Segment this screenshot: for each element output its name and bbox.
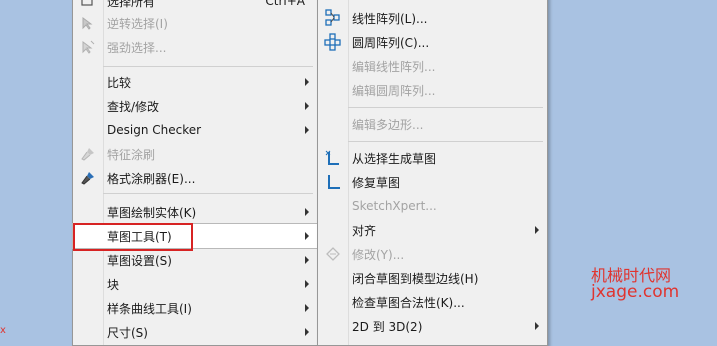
select-all-icon <box>79 0 97 10</box>
format-painter-icon <box>79 169 97 187</box>
menu-item-label: 逆转选择(I) <box>107 16 168 31</box>
menu-item-find-modify[interactable]: 查找/修改 <box>73 94 317 118</box>
menu-item-label: 查找/修改 <box>107 99 160 114</box>
menu-item-blocks[interactable]: 块 <box>73 272 317 296</box>
menu-item-compare[interactable]: 比较 <box>73 70 317 94</box>
menu-item-linear-pattern[interactable]: 线性阵列(L)... <box>318 6 547 30</box>
menu-item-sketch-from-selection[interactable]: 从选择生成草图 <box>318 146 547 170</box>
power-select-icon <box>79 38 97 56</box>
menu-item-feature-paint[interactable]: 特征涂刷 <box>73 142 317 166</box>
menu-item-check-sketch[interactable]: 检查草图合法性(K)... <box>318 290 547 314</box>
submenu-arrow-icon <box>305 232 309 240</box>
menu-item-label: 尺寸(S) <box>107 325 148 340</box>
menu-item-label: 2D 到 3D(2) <box>352 319 423 334</box>
menu-item-label: 块 <box>107 277 120 292</box>
menu-item-label: 对齐 <box>352 223 377 238</box>
menu-item-2d-to-3d[interactable]: 2D 到 3D(2) <box>318 314 547 338</box>
menu-item-label: 修复草图 <box>352 175 401 190</box>
linear-pattern-icon <box>324 9 342 27</box>
menu-item-label: 格式涂刷器(E)... <box>107 171 196 186</box>
submenu-arrow-icon <box>305 304 309 312</box>
watermark-site-url: jxage.com <box>591 282 680 302</box>
menu-item-sketch-entities[interactable]: 草图绘制实体(K) <box>73 200 317 224</box>
menu-item-label: 编辑线性阵列... <box>352 59 436 74</box>
feature-paint-icon <box>79 145 97 163</box>
menu-item-label: 编辑多边形... <box>352 117 424 132</box>
menu-item-label: 选择所有 <box>107 0 156 9</box>
menu-item-label: 强劲选择... <box>107 40 167 55</box>
menu-item-sketch-settings[interactable]: 草图设置(S) <box>73 248 317 272</box>
submenu-arrow-icon <box>535 226 539 234</box>
menu-item-repair-sketch[interactable]: 修复草图 <box>318 170 547 194</box>
annotation-highlight-box <box>73 223 193 251</box>
menu-item-circular-pattern[interactable]: 圆周阵列(C)... <box>318 30 547 54</box>
menu-item-label: 编辑圆周阵列... <box>352 83 436 98</box>
context-menu-main: 选择所有 Ctrl+A 逆转选择(I) 强劲选择... 比较 查找/修改 Des… <box>72 0 318 346</box>
menu-separator <box>103 66 313 67</box>
submenu-arrow-icon <box>305 208 309 216</box>
menu-separator <box>103 193 313 194</box>
menu-item-edit-linear-pattern[interactable]: 编辑线性阵列... <box>318 54 547 78</box>
menu-separator <box>348 107 543 108</box>
menu-item-dimensions[interactable]: 尺寸(S) <box>73 320 317 344</box>
menu-item-label: 闭合草图到模型边线(H) <box>352 271 479 286</box>
menu-item-spline-tools[interactable]: 样条曲线工具(I) <box>73 296 317 320</box>
menu-separator <box>348 141 543 142</box>
corner-mark: x <box>0 325 6 336</box>
menu-item-label: 草图绘制实体(K) <box>107 205 197 220</box>
menu-item-label: 草图设置(S) <box>107 253 172 268</box>
menu-item-label: 样条曲线工具(I) <box>107 301 192 316</box>
repair-sketch-icon <box>324 173 342 191</box>
menu-item-label: SketchXpert... <box>352 199 437 213</box>
menu-item-label: 线性阵列(L)... <box>352 11 428 26</box>
menu-item-power-select[interactable]: 强劲选择... <box>73 35 317 59</box>
menu-item-edit-circular-pattern[interactable]: 编辑圆周阵列... <box>318 78 547 102</box>
menu-item-label: 特征涂刷 <box>107 147 156 162</box>
submenu-arrow-icon <box>305 280 309 288</box>
partial-icon <box>324 0 342 5</box>
submenu-arrow-icon <box>305 256 309 264</box>
menu-item-design-checker[interactable]: Design Checker <box>73 118 317 142</box>
circular-pattern-icon <box>324 33 342 51</box>
menu-item-align[interactable]: 对齐 <box>318 218 547 242</box>
menu-item-close-sketch-to-model[interactable]: 闭合草图到模型边线(H) <box>318 266 547 290</box>
sketch-from-selection-icon <box>324 149 342 167</box>
menu-item-partial-top <box>318 0 547 5</box>
menu-item-label: 修改(Y)... <box>352 247 405 262</box>
menu-item-invert-selection[interactable]: 逆转选择(I) <box>73 11 317 35</box>
submenu-arrow-icon <box>535 322 539 330</box>
menu-item-modify[interactable]: 修改(Y)... <box>318 242 547 266</box>
menu-item-format-painter[interactable]: 格式涂刷器(E)... <box>73 166 317 190</box>
menu-item-label: 从选择生成草图 <box>352 151 437 166</box>
modify-icon <box>324 245 342 263</box>
menu-item-label: 检查草图合法性(K)... <box>352 295 465 310</box>
invert-selection-icon <box>79 14 97 32</box>
submenu-sketch-tools: 线性阵列(L)... 圆周阵列(C)... 编辑线性阵列... 编辑圆周阵列..… <box>317 0 548 346</box>
submenu-arrow-icon <box>305 78 309 86</box>
menu-item-sketchxpert[interactable]: SketchXpert... <box>318 194 547 218</box>
menu-item-shortcut: Ctrl+A <box>265 0 305 8</box>
menu-item-label: 比较 <box>107 75 132 90</box>
menu-item-label: 圆周阵列(C)... <box>352 35 430 50</box>
menu-item-edit-polygon[interactable]: 编辑多边形... <box>318 112 547 136</box>
submenu-arrow-icon <box>305 102 309 110</box>
menu-item-label: Design Checker <box>107 123 202 137</box>
submenu-arrow-icon <box>305 126 309 134</box>
submenu-arrow-icon <box>305 328 309 336</box>
